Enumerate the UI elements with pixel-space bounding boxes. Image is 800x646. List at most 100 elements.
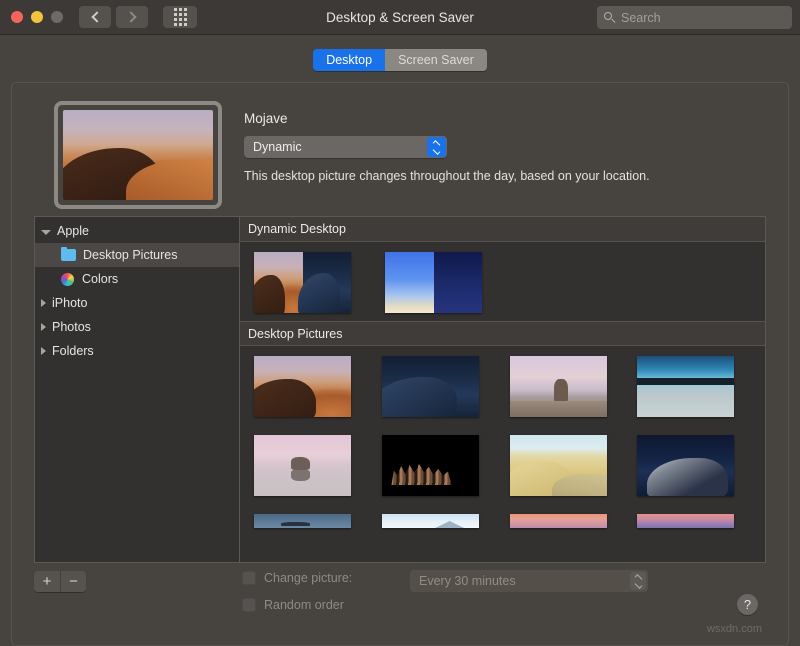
thumbnail-pink-lake-rock[interactable] <box>254 435 351 496</box>
thumbnail-cell <box>510 356 638 417</box>
change-picture-interval-popup[interactable]: Every 30 minutes <box>410 570 648 592</box>
thumbnail-light-blue-sky[interactable] <box>382 514 479 528</box>
chevron-right-icon <box>125 11 136 22</box>
desktop-pictures-row-1 <box>240 346 765 425</box>
thumbnail-cell <box>382 356 510 417</box>
sidebar-item-folders[interactable]: Folders <box>35 339 239 363</box>
thumbnail-salt-flat-blue[interactable] <box>637 356 734 417</box>
tab-segmented-control: Desktop Screen Saver <box>313 49 487 71</box>
thumbnail-cell <box>385 252 516 313</box>
add-folder-button[interactable]: + <box>34 571 60 592</box>
interval-value: Every 30 minutes <box>419 574 516 588</box>
thumbnail-cell <box>637 514 765 528</box>
navigation-buttons <box>79 6 197 28</box>
section-header-desktop-pictures: Desktop Pictures <box>240 321 765 346</box>
minimize-button[interactable] <box>31 11 43 23</box>
thumbnail-pink-sunset[interactable] <box>510 514 607 528</box>
color-wheel-icon <box>61 273 74 286</box>
sidebar-item-label: Colors <box>82 272 118 286</box>
random-order-row: Random order <box>242 598 344 612</box>
tab-desktop[interactable]: Desktop <box>313 49 385 71</box>
folder-icon <box>61 249 76 261</box>
sidebar-item-apple[interactable]: Apple <box>35 219 239 243</box>
thumbnail-right-half <box>434 252 483 313</box>
thumbnail-left-half <box>385 252 434 313</box>
tab-bar: Desktop Screen Saver <box>0 45 800 75</box>
sidebar-item-label: Apple <box>57 224 89 238</box>
thumbnail-dark-rock-formations[interactable] <box>382 435 479 496</box>
thumbnail-mojave-dynamic[interactable] <box>254 252 351 313</box>
thumbnail-cell <box>254 435 382 496</box>
change-picture-checkbox[interactable] <box>242 571 256 585</box>
thumbnail-cell <box>637 356 765 417</box>
back-button[interactable] <box>79 6 111 28</box>
sidebar-item-colors[interactable]: Colors <box>35 267 239 291</box>
thumbnail-cell <box>254 356 382 417</box>
search-placeholder: Search <box>621 11 661 25</box>
thumbnail-purple-sunset[interactable] <box>637 514 734 528</box>
thumbnail-solar-gradients[interactable] <box>385 252 482 313</box>
disclosure-triangle-closed-icon[interactable] <box>41 299 46 307</box>
grid-icon <box>174 8 187 26</box>
random-order-label: Random order <box>264 598 344 612</box>
desktop-preview-image <box>63 110 213 200</box>
desktop-settings-panel: Mojave Dynamic This desktop picture chan… <box>11 82 789 646</box>
window-titlebar: Desktop & Screen Saver Search <box>0 0 800 35</box>
thumbnail-cell <box>510 514 638 528</box>
picture-browser: Apple Desktop Pictures Colors iPhoto Pho… <box>34 216 766 563</box>
thumbnail-cell <box>382 514 510 528</box>
sidebar-item-photos[interactable]: Photos <box>35 315 239 339</box>
sidebar-item-label: Photos <box>52 320 91 334</box>
sidebar-item-label: iPhoto <box>52 296 87 310</box>
desktop-pictures-row-3 <box>240 504 765 536</box>
thumbnail-cell <box>254 514 382 528</box>
remove-folder-button[interactable]: − <box>60 571 86 592</box>
thumbnail-cell <box>254 252 385 313</box>
thumbnail-cell <box>510 435 638 496</box>
thumbnail-night-dune[interactable] <box>637 435 734 496</box>
thumbnail-grid[interactable]: Dynamic Desktop D <box>240 217 765 562</box>
sidebar-item-desktop-pictures[interactable]: Desktop Pictures <box>35 243 239 267</box>
zoom-button[interactable] <box>51 11 63 23</box>
forward-button[interactable] <box>116 6 148 28</box>
desktop-preview-frame <box>54 101 222 209</box>
tab-screen-saver[interactable]: Screen Saver <box>385 49 487 71</box>
thumbnail-blue-gray-shore[interactable] <box>254 514 351 528</box>
bottom-controls: + − Change picture: Every 30 minutes Ran… <box>34 567 766 637</box>
thumbnail-yellow-sand-dunes[interactable] <box>510 435 607 496</box>
disclosure-triangle-open-icon[interactable] <box>41 230 51 235</box>
traffic-light-group <box>11 11 63 23</box>
thumbnail-mojave-night[interactable] <box>382 356 479 417</box>
sidebar-item-label: Desktop Pictures <box>83 248 177 262</box>
watermark-text: wsxdn.com <box>707 623 762 635</box>
picture-name-label: Mojave <box>244 111 650 126</box>
thumbnail-mojave-day[interactable] <box>254 356 351 417</box>
chevron-updown-icon <box>630 572 646 590</box>
sidebar-item-label: Folders <box>52 344 94 358</box>
preferences-window: Desktop & Screen Saver Search Desktop Sc… <box>0 0 800 646</box>
disclosure-triangle-closed-icon[interactable] <box>41 347 46 355</box>
close-button[interactable] <box>11 11 23 23</box>
picture-mode-value: Dynamic <box>253 140 302 154</box>
dynamic-desktop-row <box>240 242 765 321</box>
thumbnail-cell <box>382 435 510 496</box>
search-icon <box>604 12 615 23</box>
picture-info-block: Mojave Dynamic This desktop picture chan… <box>244 101 650 209</box>
thumbnail-desert-rock[interactable] <box>510 356 607 417</box>
change-picture-row: Change picture: <box>242 571 352 585</box>
random-order-checkbox[interactable] <box>242 598 256 612</box>
thumbnail-cell <box>637 435 765 496</box>
chevron-left-icon <box>91 11 102 22</box>
picture-mode-popup[interactable]: Dynamic <box>244 136 447 158</box>
show-all-button[interactable] <box>163 6 197 28</box>
sidebar-item-iphoto[interactable]: iPhoto <box>35 291 239 315</box>
help-button[interactable]: ? <box>737 594 758 615</box>
search-input[interactable]: Search <box>597 6 792 29</box>
source-sidebar[interactable]: Apple Desktop Pictures Colors iPhoto Pho… <box>35 217 240 562</box>
preview-row: Mojave Dynamic This desktop picture chan… <box>12 83 788 209</box>
thumbnail-left-half <box>254 252 303 313</box>
disclosure-triangle-closed-icon[interactable] <box>41 323 46 331</box>
section-header-dynamic-desktop: Dynamic Desktop <box>240 217 765 242</box>
picture-description: This desktop picture changes throughout … <box>244 169 650 183</box>
desktop-pictures-row-2 <box>240 425 765 504</box>
